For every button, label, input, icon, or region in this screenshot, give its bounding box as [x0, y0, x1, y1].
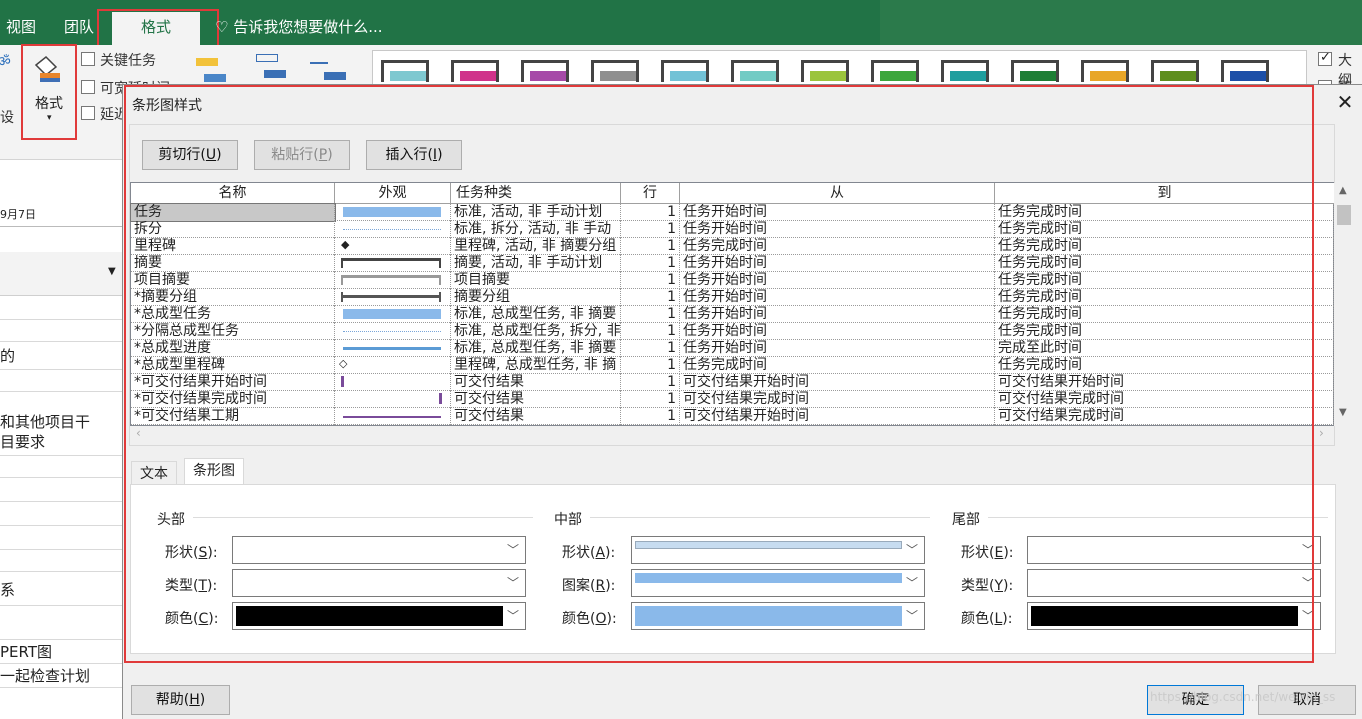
gantt-style-swatch[interactable] — [381, 60, 429, 82]
title-bar-decoration — [880, 0, 1362, 45]
gantt-style-swatch[interactable] — [1081, 60, 1129, 82]
gantt-style-swatch[interactable] — [801, 60, 849, 82]
gantt-style-swatch[interactable] — [521, 60, 569, 82]
gantt-style-swatch[interactable] — [591, 60, 639, 82]
swatch-bar — [390, 71, 426, 81]
swatch-bar — [950, 71, 986, 81]
gantt-style-swatch[interactable] — [871, 60, 919, 82]
task-name: PERT图 — [0, 643, 53, 661]
help-key: H — [189, 692, 200, 708]
outline-checkbox[interactable]: ✓ — [1318, 50, 1332, 66]
column-header[interactable]: ▼ — [0, 252, 122, 296]
task-name: 的 — [0, 347, 16, 365]
divider — [0, 226, 122, 227]
table-row[interactable] — [0, 478, 122, 502]
table-row[interactable]: PERT图 — [0, 640, 122, 664]
gantt-style-swatch[interactable] — [1011, 60, 1059, 82]
task-name: 和其他项目干 — [0, 413, 91, 431]
help-button[interactable]: 帮助(H) — [131, 685, 230, 715]
table-row[interactable] — [0, 320, 122, 342]
table-row[interactable] — [0, 606, 122, 640]
table-row[interactable]: 系 — [0, 572, 122, 606]
swatch-bar — [1160, 71, 1196, 81]
slack-checkbox[interactable] — [81, 80, 95, 94]
table-row[interactable] — [0, 370, 122, 392]
swatch-bar — [1230, 71, 1266, 81]
highlight-dialog — [124, 85, 1314, 663]
swatch-bar — [530, 71, 566, 81]
table-row[interactable]: 和其他项目干 目要求 — [0, 392, 122, 456]
table-row[interactable] — [0, 502, 122, 526]
table-row[interactable] — [0, 526, 122, 550]
watermark: https://blog.csdn.net/weixin_ss — [1150, 690, 1336, 704]
critical-task-label: 关键任务 — [100, 53, 156, 69]
critical-task-checkbox[interactable] — [81, 52, 95, 66]
highlight-format-button — [21, 44, 77, 140]
tell-me-text: 告诉我您想要做什么... — [233, 18, 383, 36]
table-row[interactable]: 的 — [0, 342, 122, 370]
gantt-style-swatch[interactable] — [1151, 60, 1199, 82]
ribbon-cut-label: 设 — [0, 110, 14, 126]
gantt-style-swatch[interactable] — [661, 60, 709, 82]
scroll-thumb[interactable] — [1337, 205, 1351, 225]
swatch-bar — [810, 71, 846, 81]
ribbon-cut-icon: ॐ — [0, 54, 11, 70]
scroll-up-icon[interactable]: ▲ — [1339, 185, 1347, 196]
tell-me-box[interactable]: ♡ 告诉我您想要做什么... — [215, 12, 383, 42]
table-row[interactable]: 一起检查计划 — [0, 664, 122, 688]
swatch-bar — [600, 71, 636, 81]
vertical-scrollbar[interactable]: ▲ ▼ — [1334, 183, 1354, 426]
table-row[interactable] — [0, 456, 122, 478]
swatch-bar — [670, 71, 706, 81]
task-name: 目要求 — [0, 433, 46, 451]
swatch-bar — [880, 71, 916, 81]
tab-view[interactable]: 视图 — [6, 12, 36, 42]
late-checkbox[interactable] — [81, 106, 95, 120]
tab-team[interactable]: 团队 — [64, 12, 94, 42]
scroll-down-icon[interactable]: ▼ — [1339, 407, 1347, 418]
gantt-style-swatch[interactable] — [941, 60, 989, 82]
table-row[interactable] — [0, 550, 122, 572]
gantt-style-swatch[interactable] — [451, 60, 499, 82]
gantt-style-swatch[interactable] — [1221, 60, 1269, 82]
checkmark-icon: ✓ — [1320, 50, 1331, 65]
chevron-down-icon: ▼ — [108, 266, 116, 277]
task-name: 一起检查计划 — [0, 667, 91, 685]
timeline-date: 9月7日 — [0, 208, 36, 221]
swatch-bar — [460, 71, 496, 81]
help-label: 帮助 — [155, 692, 184, 708]
left-task-pane: 9月7日 ▼ 的 和其他项目干 目要求 系 PERT图 一起检查计划 — [0, 160, 122, 719]
lightbulb-icon: ♡ — [215, 18, 229, 36]
swatch-bar — [740, 71, 776, 81]
swatch-bar — [1090, 71, 1126, 81]
scroll-right-icon[interactable]: › — [1319, 426, 1324, 440]
table-row[interactable] — [0, 296, 122, 320]
task-name: 系 — [0, 581, 16, 599]
swatch-bar — [1020, 71, 1056, 81]
gantt-style-swatch[interactable] — [731, 60, 779, 82]
close-icon[interactable]: ✕ — [1334, 91, 1356, 113]
